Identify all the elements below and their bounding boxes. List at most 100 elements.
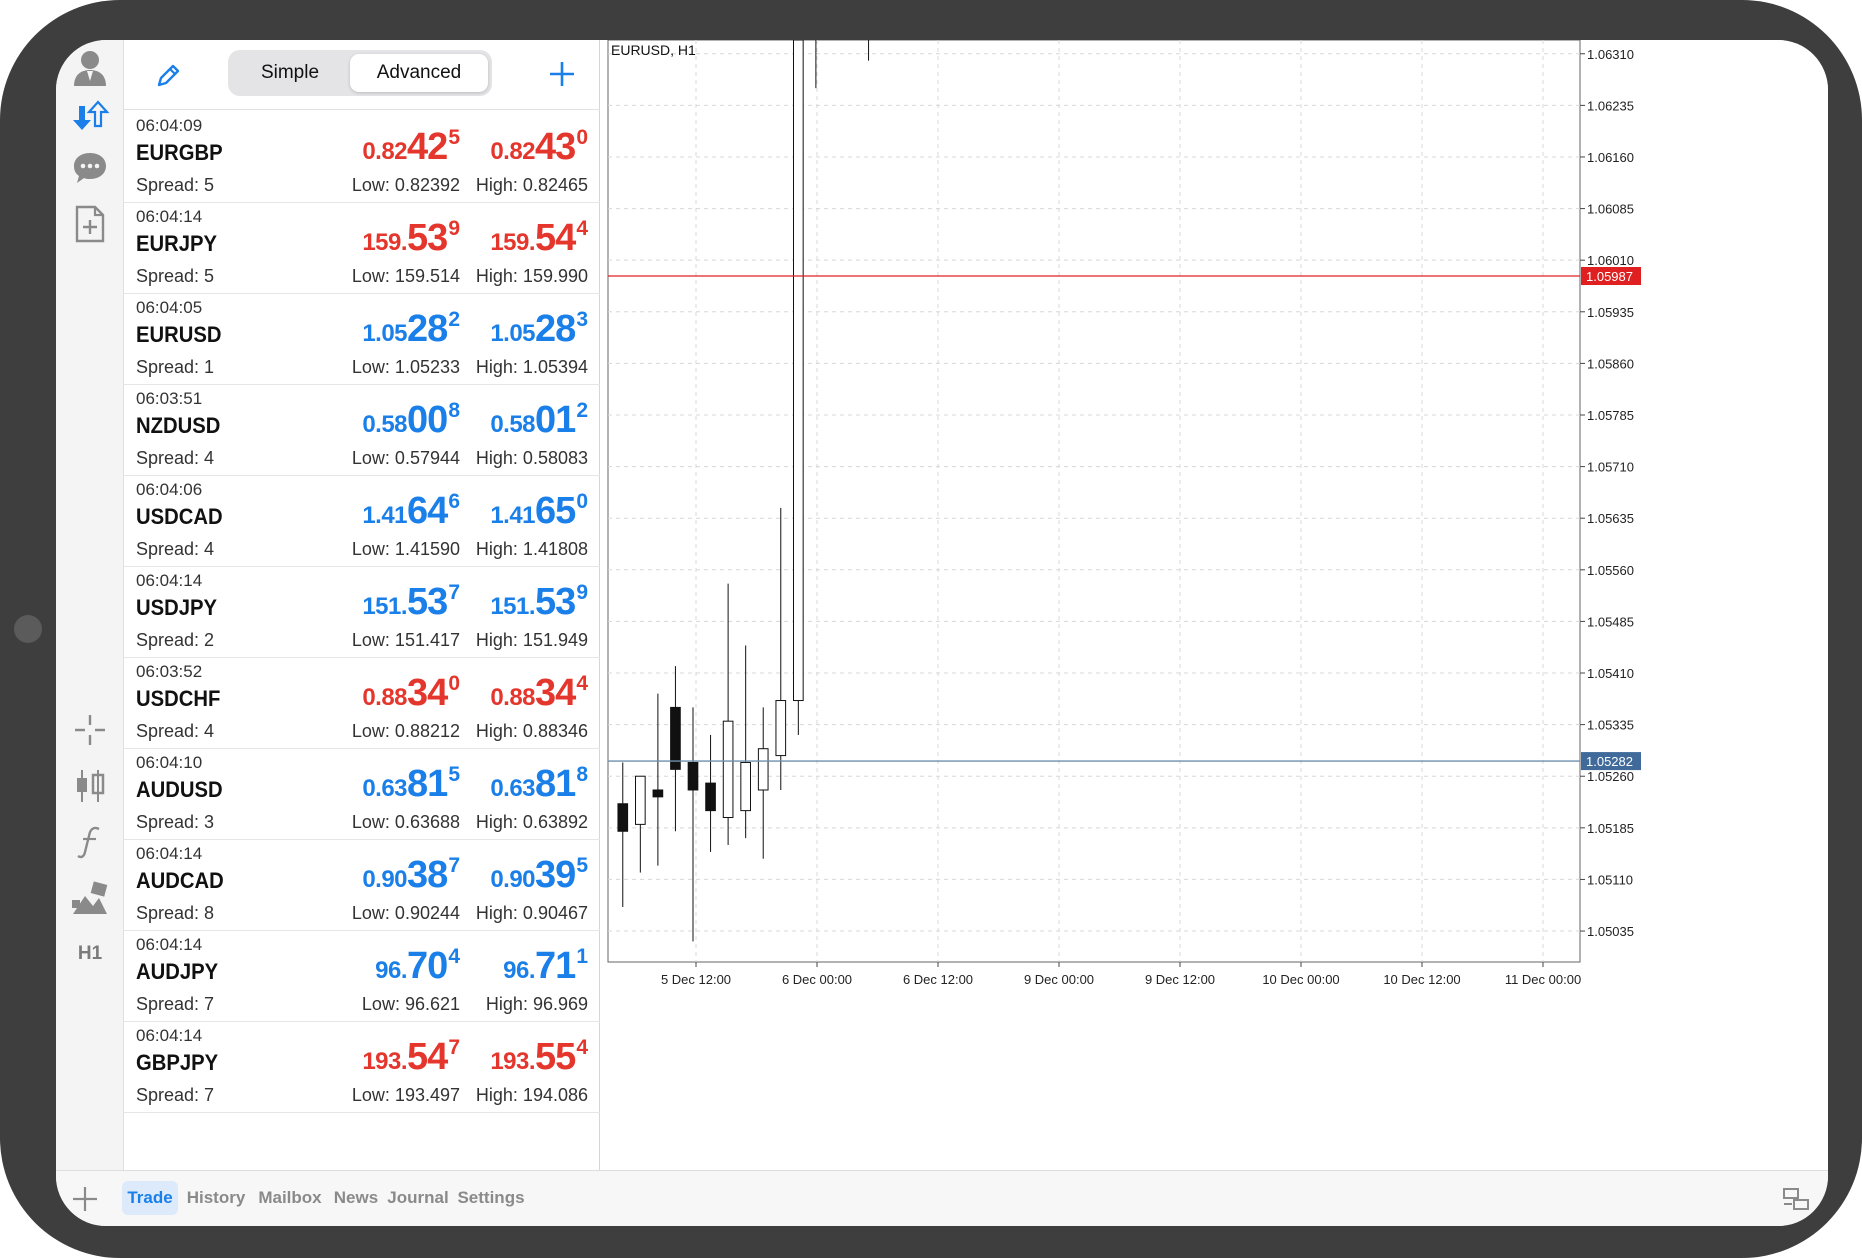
bid-price[interactable]: 193.547 [362, 1036, 460, 1080]
bid-price-pip: 8 [448, 399, 460, 422]
ask-price-prefix: 0.82 [490, 138, 536, 165]
tab-trade[interactable]: Trade [122, 1181, 178, 1215]
bid-price-big-digits: 34 [407, 672, 448, 714]
tab-news[interactable]: News [332, 1181, 380, 1215]
ask-price-prefix: 193. [490, 1048, 536, 1075]
function-icon[interactable] [56, 814, 124, 870]
quote-symbol: USDCAD [136, 504, 223, 529]
advanced-mode-button[interactable]: Advanced [350, 54, 488, 92]
quote-low: Low: 159.514 [351, 266, 460, 286]
bid-price[interactable]: 0.88340 [362, 672, 460, 716]
ask-price-label: 1.05987 [1586, 269, 1633, 284]
quote-spread: Spread: 7 [136, 1085, 215, 1105]
add-symbol-button[interactable] [540, 52, 584, 96]
chat-icon[interactable] [56, 140, 124, 196]
quote-low: Low: 0.82392 [351, 175, 460, 195]
trade-arrows-icon[interactable] [56, 88, 124, 144]
quote-row[interactable]: 06:04:14 GBPJPY Spread: 7 193.547 193.554 Low… [124, 1022, 600, 1113]
y-tick-label: 1.06310 [1587, 47, 1634, 62]
bid-price-pip: 9 [448, 217, 460, 240]
x-tick-label: 10 Dec 00:00 [1262, 972, 1339, 987]
y-tick-label: 1.05260 [1587, 769, 1634, 784]
ask-price-pip: 1 [576, 945, 588, 968]
quote-low: Low: 0.88212 [351, 721, 460, 741]
candle-body [652, 789, 664, 798]
tab-journal[interactable]: Journal [386, 1181, 450, 1215]
timeframe-selector[interactable]: H1 [56, 926, 124, 982]
ask-price[interactable]: 0.58012 [490, 399, 588, 443]
quote-high: High: 0.63892 [475, 812, 588, 832]
tab-mailbox[interactable]: Mailbox [254, 1181, 326, 1215]
quote-time: 06:04:14 [136, 844, 203, 863]
quote-row[interactable]: 06:03:51 NZDUSD Spread: 4 0.58008 0.58012 Low… [124, 385, 600, 476]
quotes-panel: Simple Advanced 06:04:09 EURGBP Spread: 5 0… [124, 40, 600, 1170]
ask-price[interactable]: 0.63818 [490, 763, 588, 807]
y-tick-label: 1.06235 [1587, 98, 1634, 113]
tab-history[interactable]: History [184, 1181, 248, 1215]
bid-price[interactable]: 1.05282 [362, 308, 460, 352]
bid-price[interactable]: 0.90387 [362, 854, 460, 898]
ask-price[interactable]: 0.88344 [490, 672, 588, 716]
ask-price[interactable]: 0.90395 [490, 854, 588, 898]
y-tick-label: 1.05335 [1587, 718, 1634, 733]
ask-price-prefix: 0.58 [490, 411, 536, 438]
bid-price-label: 1.05282 [1586, 754, 1633, 769]
candle-body [740, 761, 751, 812]
bid-price[interactable]: 0.63815 [362, 763, 460, 807]
layout-button[interactable] [1776, 1181, 1816, 1217]
quote-row[interactable]: 06:04:14 EURJPY Spread: 5 159.539 159.544 Low… [124, 203, 600, 294]
new-order-button[interactable] [62, 1177, 108, 1221]
ask-price[interactable]: 1.05283 [490, 308, 588, 352]
ask-price-pip: 0 [576, 490, 588, 513]
quote-row[interactable]: 06:04:06 USDCAD Spread: 4 1.41646 1.41650 Low… [124, 476, 600, 567]
quote-symbol: AUDCAD [136, 868, 224, 893]
quote-spread: Spread: 2 [136, 630, 215, 650]
y-tick-label: 1.06085 [1587, 202, 1634, 217]
quote-row[interactable]: 06:04:09 EURGBP Spread: 5 0.82425 0.82430 Low… [124, 112, 600, 203]
bid-price-pip: 0 [448, 672, 460, 695]
y-tick-label: 1.06160 [1587, 150, 1634, 165]
bid-price[interactable]: 0.58008 [362, 399, 460, 443]
ask-price-prefix: 1.41 [490, 502, 536, 529]
pencil-icon [157, 64, 180, 87]
y-tick-label: 1.05410 [1587, 666, 1634, 681]
quote-spread: Spread: 3 [136, 812, 215, 832]
candle-body [617, 803, 629, 832]
candle-body [722, 720, 734, 819]
quote-row[interactable]: 06:04:14 AUDCAD Spread: 8 0.90387 0.90395 Low… [124, 840, 600, 931]
bid-price[interactable]: 1.41646 [362, 490, 460, 534]
tab-settings[interactable]: Settings [456, 1181, 526, 1215]
ask-price[interactable]: 193.554 [490, 1036, 588, 1080]
chart-area[interactable]: 1.06310 1.06235 1.06160 1.06085 1.06010 1.059… [600, 40, 1828, 1170]
bid-price[interactable]: 0.82425 [362, 126, 460, 170]
quote-time: 06:04:14 [136, 935, 203, 954]
bid-price[interactable]: 96.704 [375, 945, 460, 989]
objects-icon[interactable] [56, 870, 124, 926]
ask-price[interactable]: 159.544 [490, 217, 588, 261]
quote-symbol: GBPJPY [136, 1050, 219, 1075]
price-chart[interactable]: 1.063101.062351.061601.060851.060101.059… [600, 40, 1828, 1170]
new-document-icon[interactable] [56, 196, 124, 252]
bid-price-big-digits: 81 [407, 763, 448, 805]
quote-row[interactable]: 06:04:05 EURUSD Spread: 1 1.05282 1.05283 Low… [124, 294, 600, 385]
quote-row[interactable]: 06:04:14 AUDJPY Spread: 7 96.704 96.711 Low: … [124, 931, 600, 1022]
quote-row[interactable]: 06:04:10 AUDUSD Spread: 3 0.63815 0.63818 Low… [124, 749, 600, 840]
quote-row[interactable]: 06:04:14 USDJPY Spread: 2 151.537 151.539 Low… [124, 567, 600, 658]
quote-symbol: NZDUSD [136, 413, 221, 438]
bid-price[interactable]: 159.539 [362, 217, 460, 261]
ask-price[interactable]: 151.539 [490, 581, 588, 625]
indicators-icon[interactable] [56, 758, 124, 814]
quote-time: 06:04:06 [136, 480, 203, 499]
edit-button[interactable] [146, 54, 190, 98]
quote-row[interactable]: 06:03:52 USDCHF Spread: 4 0.88340 0.88344 Low… [124, 658, 600, 749]
ask-price[interactable]: 1.41650 [490, 490, 588, 534]
crosshair-icon[interactable] [56, 702, 124, 758]
ask-price[interactable]: 0.82430 [490, 126, 588, 170]
y-tick-label: 1.05710 [1587, 460, 1634, 475]
simple-mode-button[interactable]: Simple [232, 54, 348, 92]
x-tick-label: 9 Dec 00:00 [1024, 972, 1094, 987]
bid-price-prefix: 1.05 [362, 320, 408, 347]
bid-price[interactable]: 151.537 [362, 581, 460, 625]
ask-price[interactable]: 96.711 [503, 945, 588, 989]
ask-price-big-digits: 01 [535, 399, 576, 441]
